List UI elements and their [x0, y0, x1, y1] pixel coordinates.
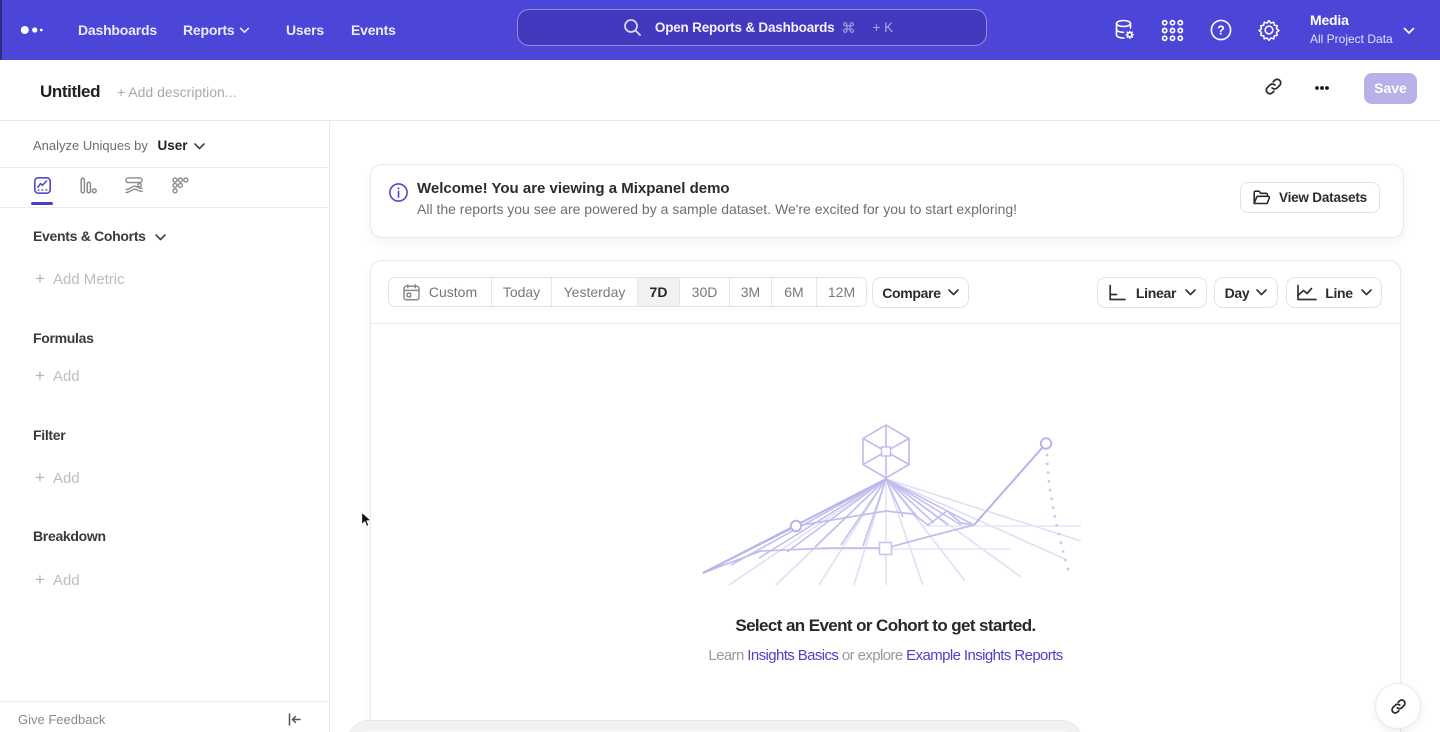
svg-text:?: ? — [1217, 24, 1225, 38]
